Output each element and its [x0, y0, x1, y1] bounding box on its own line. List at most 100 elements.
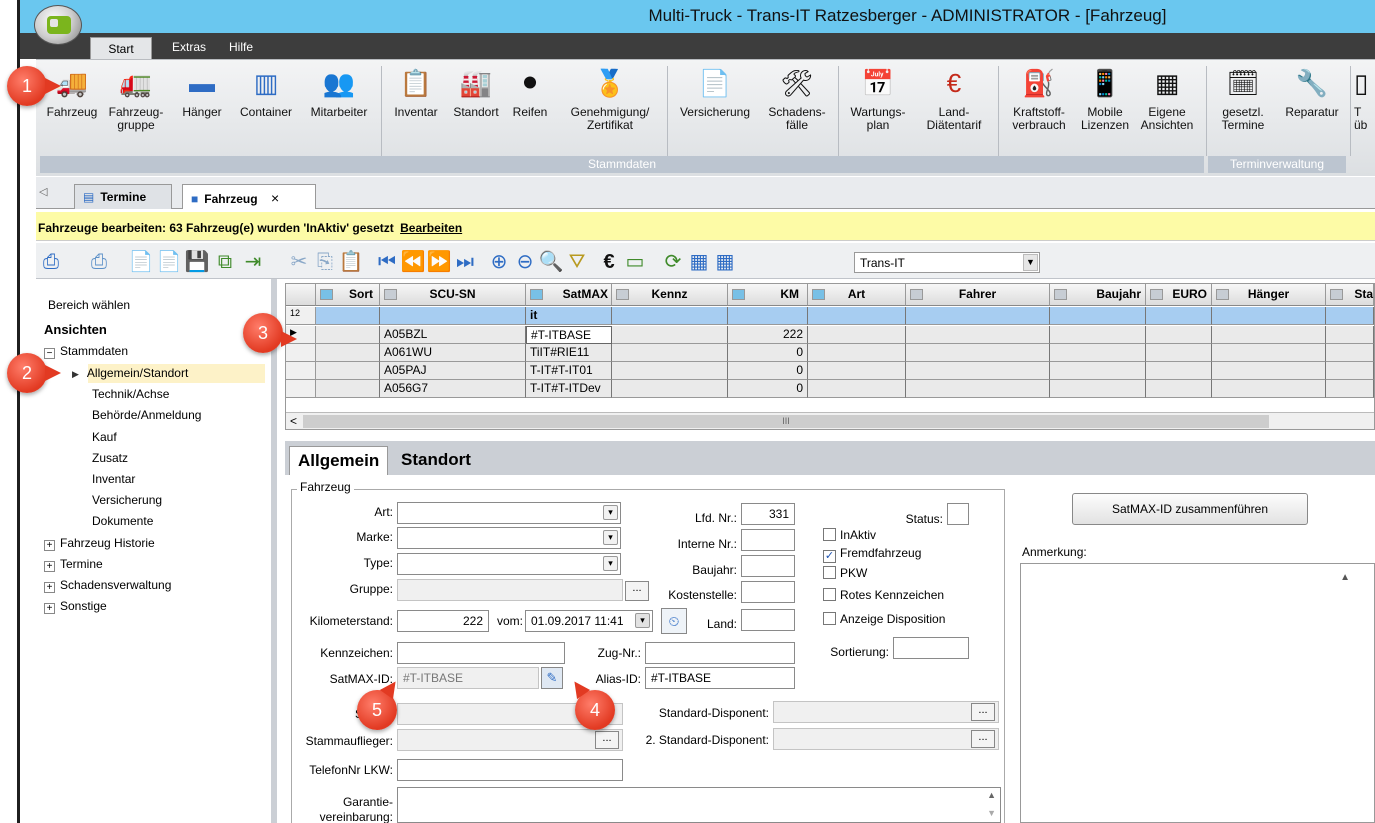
filter-cell-sort[interactable] — [316, 307, 380, 325]
checkbox-anzeige-disposition[interactable]: Anzeige Disposition — [823, 612, 945, 626]
sortierung-field[interactable] — [893, 637, 969, 659]
chevron-down-icon[interactable]: ▾ — [603, 530, 618, 545]
table-cell[interactable] — [906, 344, 1050, 362]
menu-tab-extras[interactable]: Extras — [172, 40, 206, 54]
table-cell[interactable] — [1146, 344, 1212, 362]
tab-standort[interactable]: Standort — [393, 446, 479, 475]
sidebar-item-stammdaten[interactable]: − Stammdaten — [44, 344, 128, 359]
sidebar-item-technik-achse[interactable]: Technik/Achse — [92, 387, 169, 401]
column-header-baujahr[interactable]: Baujahr — [1050, 284, 1146, 306]
menu-tab-hilfe[interactable]: Hilfe — [229, 40, 253, 54]
land-field[interactable] — [741, 609, 795, 631]
table-cell[interactable]: 0 — [728, 362, 808, 380]
table-cell[interactable] — [316, 380, 380, 398]
check-icon[interactable]: ✓ — [823, 550, 836, 563]
scroll-up-icon[interactable]: ▲ — [987, 790, 996, 800]
clock-calendar-icon[interactable]: ⏲ — [661, 608, 687, 634]
grid-edit-icon[interactable]: ▦ — [686, 249, 712, 275]
scroll-up-icon[interactable]: ▲ — [1340, 572, 1350, 583]
tab-close-icon[interactable]: × — [271, 190, 279, 206]
previous-record-icon[interactable]: ⏪ — [400, 249, 426, 275]
table-cell[interactable]: T-IT#T-IT01 — [526, 362, 612, 380]
tab-fahrzeug[interactable]: ■ Fahrzeug × — [182, 184, 316, 209]
euro-icon[interactable]: € — [596, 249, 622, 275]
table-cell[interactable] — [1212, 380, 1326, 398]
ribbon-termine-button[interactable]: 🗓 gesetzl. Termine — [1208, 66, 1278, 132]
table-icon[interactable]: ▭ — [622, 249, 648, 275]
checkbox-pkw[interactable]: PKW — [823, 566, 867, 580]
column-header-fahrer[interactable]: Fahrer — [906, 284, 1050, 306]
table-cell[interactable] — [1146, 362, 1212, 380]
refresh-icon[interactable]: ⟳ — [660, 249, 686, 275]
table-cell[interactable] — [808, 344, 906, 362]
scroll-down-icon[interactable]: ▼ — [987, 808, 996, 818]
table-cell[interactable] — [1050, 326, 1146, 344]
column-header-satmax[interactable]: SatMAX — [526, 284, 612, 306]
zoom-in-icon[interactable]: ⊕ — [486, 249, 512, 275]
menu-tab-start[interactable]: Start — [90, 37, 152, 59]
ribbon-fahrzeuggruppe-button[interactable]: 🚛 Fahrzeug- gruppe — [102, 66, 170, 132]
sidebar-item-versicherung[interactable]: Versicherung — [92, 493, 162, 507]
table-cell[interactable]: #T-ITBASE — [526, 326, 612, 344]
standard-disponent-field[interactable] — [773, 701, 999, 723]
expand-icon[interactable]: + — [44, 540, 55, 551]
ribbon-genehmigung-button[interactable]: 🏅 Genehmigung/ Zertifikat — [558, 66, 662, 132]
checkbox-box[interactable] — [823, 566, 836, 579]
filter-icon[interactable]: ⛛ — [564, 249, 590, 275]
vom-datetime-field[interactable]: 01.09.2017 11:41 ▾ — [525, 610, 653, 632]
table-cell[interactable] — [1212, 344, 1326, 362]
scrollbar-thumb[interactable]: III — [303, 415, 1269, 428]
sidebar-item-termine[interactable]: + Termine — [44, 557, 103, 572]
column-header-art[interactable]: Art — [808, 284, 906, 306]
delete-record-icon[interactable]: 📄 — [156, 249, 182, 275]
tab-allgemein[interactable]: Allgemein — [289, 446, 389, 475]
ribbon-wartungsplan-button[interactable]: 📅 Wartungs- plan — [842, 66, 914, 132]
gruppe-field[interactable] — [397, 579, 623, 601]
sidebar-item-fahrzeug-historie[interactable]: + Fahrzeug Historie — [44, 536, 155, 551]
table-cell[interactable] — [612, 344, 728, 362]
baujahr-field[interactable] — [741, 555, 795, 577]
ribbon-versicherung-button[interactable]: 📄 Versicherung — [672, 66, 758, 119]
table-cell[interactable] — [1326, 380, 1374, 398]
checkbox-rotes-kennzeichen[interactable]: Rotes Kennzeichen — [823, 588, 944, 602]
company-combobox[interactable]: Trans-IT ▼ — [854, 252, 1040, 273]
ribbon-mitarbeiter-button[interactable]: 👥 Mitarbeiter — [302, 66, 376, 119]
standard-disponent-browse-button[interactable]: ... — [971, 703, 995, 721]
ribbon-schadensfaelle-button[interactable]: 🛠 Schadens- fälle — [760, 66, 834, 132]
ribbon-haenger-button[interactable]: ▬ Hänger — [174, 66, 230, 119]
table-cell[interactable] — [612, 362, 728, 380]
next-record-icon[interactable]: ⏩ — [426, 249, 452, 275]
sidebar-item-kauf[interactable]: Kauf — [92, 430, 117, 444]
table-cell[interactable] — [906, 362, 1050, 380]
table-cell[interactable] — [906, 380, 1050, 398]
print-preview-icon[interactable]: ⎙ — [86, 249, 112, 275]
ribbon-diaetentarif-button[interactable]: € Land- Diätentarif — [914, 66, 994, 132]
table-cell[interactable]: 222 — [728, 326, 808, 344]
column-header-km[interactable]: KM — [728, 284, 808, 306]
ribbon-kraftstoff-button[interactable]: ⛽ Kraftstoff- verbrauch — [1002, 66, 1076, 132]
table-cell[interactable] — [316, 362, 380, 380]
table-cell[interactable] — [1326, 326, 1374, 344]
table-cell[interactable]: A056G7 — [380, 380, 526, 398]
alias-id-field[interactable]: #T-ITBASE — [645, 667, 795, 689]
column-header-kennz[interactable]: Kennz — [612, 284, 728, 306]
checkbox-box[interactable] — [823, 528, 836, 541]
checkbox-inaktiv[interactable]: InAktiv — [823, 528, 876, 542]
table-cell[interactable] — [1212, 362, 1326, 380]
checkbox-fremdfahrzeug[interactable]: ✓ Fremdfahrzeug — [823, 546, 921, 563]
ribbon-lizenzen-button[interactable]: 📱 Mobile Lizenzen — [1076, 66, 1134, 132]
chevron-down-icon[interactable]: ▾ — [603, 556, 618, 571]
filter-cell-baujahr[interactable] — [1050, 307, 1146, 325]
standard-disponent-2-browse-button[interactable]: ... — [971, 730, 995, 748]
filter-cell-satmax[interactable]: it — [526, 307, 612, 325]
ribbon-inventar-button[interactable]: 📋 Inventar — [386, 66, 446, 119]
first-record-icon[interactable]: ⏮ — [374, 249, 400, 275]
standard-disponent-2-field[interactable] — [773, 728, 999, 750]
satmax-merge-button[interactable]: SatMAX-ID zusammenführen — [1072, 493, 1308, 525]
sidebar-item-inventar[interactable]: Inventar — [92, 472, 135, 486]
table-cell[interactable] — [808, 380, 906, 398]
table-cell[interactable] — [808, 326, 906, 344]
filter-cell-fahrer[interactable] — [906, 307, 1050, 325]
chevron-down-icon[interactable]: ▾ — [603, 505, 618, 520]
table-cell[interactable]: TiIT#RIE11 — [526, 344, 612, 362]
